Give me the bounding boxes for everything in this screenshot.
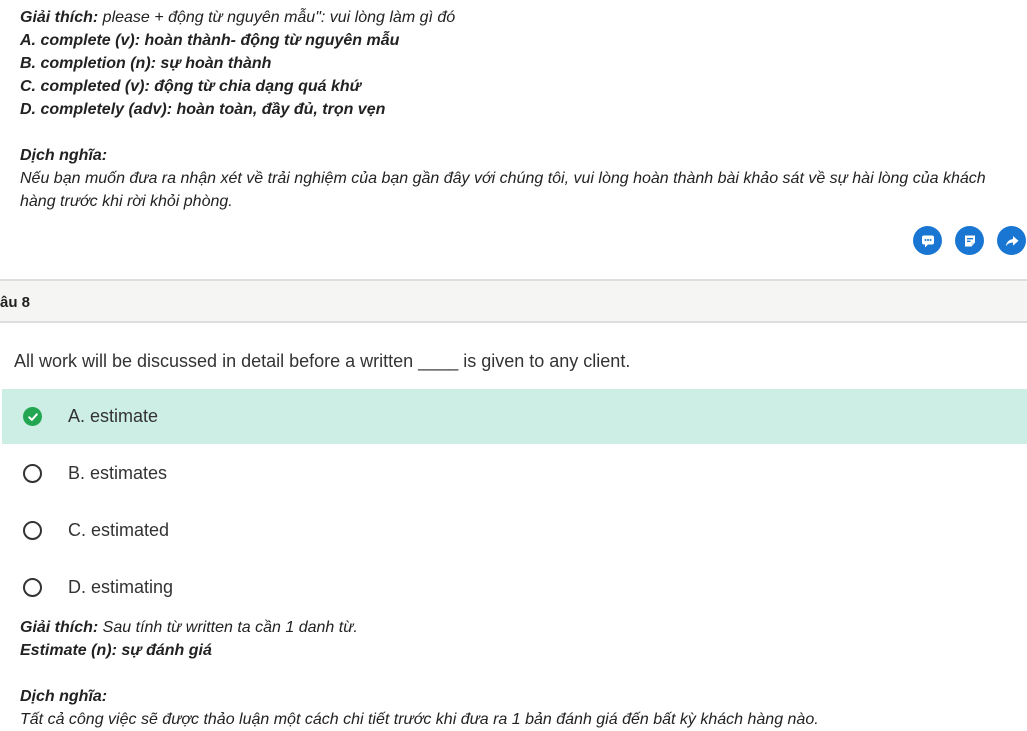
explanation-item-d: D. completely (adv): hoàn toàn, đầy đủ, … bbox=[20, 101, 386, 118]
option-label: D. estimating bbox=[68, 577, 174, 597]
explanation-item-b: B. completion (n): sự hoàn thành bbox=[20, 55, 272, 72]
radio-icon bbox=[23, 464, 42, 483]
translation-text: Tất cả công việc sẽ được thảo luận một c… bbox=[20, 711, 819, 728]
share-button[interactable] bbox=[997, 226, 1026, 255]
explanation-definition: Estimate (n): sự đánh giá bbox=[20, 642, 212, 659]
question-number: âu 8 bbox=[0, 294, 31, 311]
option-label: B. estimates bbox=[68, 463, 168, 483]
translation-label: Dịch nghĩa: bbox=[20, 147, 108, 164]
question-text: All work will be discussed in detail bef… bbox=[14, 351, 631, 371]
note-icon bbox=[964, 235, 975, 246]
option-label: A. estimate bbox=[68, 406, 159, 426]
radio-icon bbox=[23, 578, 42, 597]
explanation-label: Giải thích: bbox=[20, 9, 99, 26]
comment-button[interactable] bbox=[913, 226, 942, 255]
explanation-item-a: A. complete (v): hoàn thành- động từ ngu… bbox=[20, 32, 400, 49]
comment-icon bbox=[921, 235, 934, 247]
option-label: C. estimated bbox=[68, 520, 170, 540]
question-header: âu 8 bbox=[0, 279, 1027, 323]
explanation-label: Giải thích: bbox=[20, 619, 99, 636]
radio-icon bbox=[23, 521, 42, 540]
option-d[interactable]: D. estimating bbox=[2, 560, 1027, 615]
action-buttons bbox=[913, 226, 1027, 255]
translation-label: Dịch nghĩa: bbox=[20, 688, 108, 705]
option-a[interactable]: A. estimate bbox=[2, 389, 1027, 444]
explanation: Giải thích: Sau tính từ written ta cần 1… bbox=[20, 616, 1025, 731]
option-b[interactable]: B. estimates bbox=[2, 446, 1027, 501]
previous-explanation: Giải thích: please + động từ nguyên mẫu"… bbox=[20, 6, 1025, 213]
check-circle-icon bbox=[23, 407, 42, 426]
explanation-intro: Giải thích: please + động từ nguyên mẫu"… bbox=[20, 9, 456, 26]
translation-text: Nếu bạn muốn đưa ra nhận xét về trải ngh… bbox=[20, 170, 986, 210]
option-c[interactable]: C. estimated bbox=[2, 503, 1027, 558]
share-icon bbox=[1005, 235, 1018, 246]
explanation-item-c: C. completed (v): động từ chia dạng quá … bbox=[20, 78, 362, 95]
explanation-intro: Giải thích: Sau tính từ written ta cần 1… bbox=[20, 619, 358, 636]
note-button[interactable] bbox=[955, 226, 984, 255]
